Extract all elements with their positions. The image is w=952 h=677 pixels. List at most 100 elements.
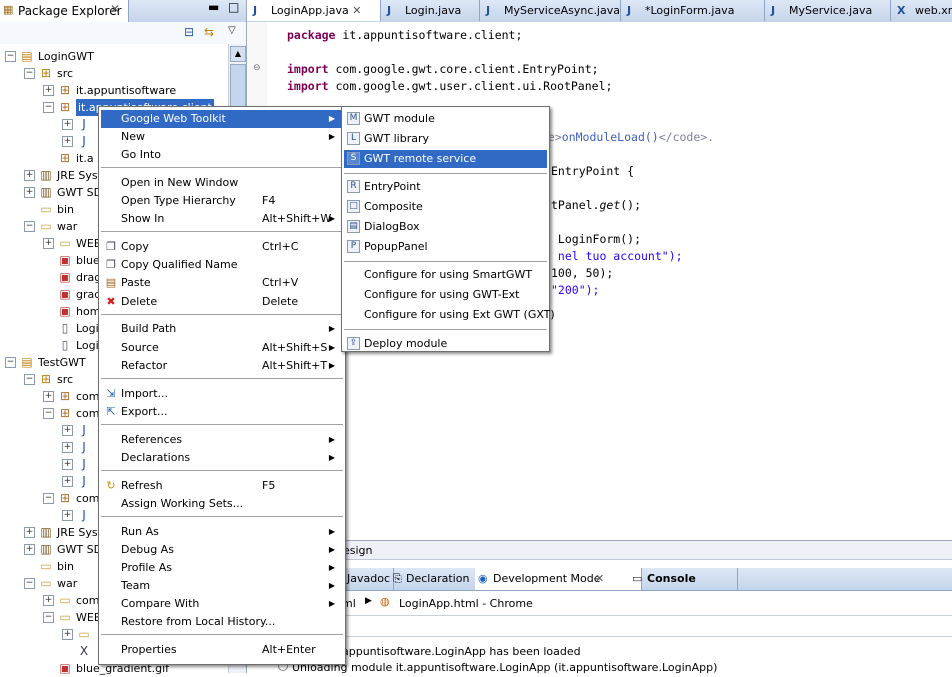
expand-icon[interactable]: + — [43, 595, 54, 606]
menu-item-compare-with[interactable]: Compare With ▶ — [101, 595, 343, 613]
menu-item-dialogbox[interactable]: ▤ DialogBox — [344, 218, 547, 236]
paste-icon: ▤ — [105, 276, 117, 290]
menu-item-source[interactable]: Source Alt+Shift+S ▶ — [101, 339, 343, 357]
file-icon: ▯ — [61, 321, 69, 335]
expand-icon[interactable]: + — [62, 629, 73, 640]
expand-icon[interactable]: + — [43, 391, 54, 402]
expand-icon[interactable]: + — [24, 187, 35, 198]
menu-separator — [101, 313, 343, 315]
collapse-icon[interactable]: − — [24, 68, 35, 79]
tree-item[interactable]: − ⊞ src — [0, 65, 228, 82]
breadcrumb-part[interactable]: LoginApp.html - Chrome — [399, 597, 533, 610]
menu-item-properties[interactable]: Properties Alt+Enter — [101, 641, 343, 659]
editor-tab[interactable]: J LoginApp.java ✕ — [247, 0, 381, 21]
editor-tab[interactable]: J MyServiceAsync.java — [480, 0, 621, 21]
collapse-icon[interactable]: − — [5, 51, 16, 62]
expand-icon[interactable]: + — [62, 425, 73, 436]
menu-item-copy-qualified-name[interactable]: ❐ Copy Qualified Name — [101, 256, 343, 274]
menu-item-composite[interactable]: □ Composite — [344, 198, 547, 216]
menu-item-open-in-new-window[interactable]: Open in New Window — [101, 174, 343, 192]
collapse-icon[interactable]: − — [24, 374, 35, 385]
project-icon: ▤ — [21, 355, 33, 369]
collapse-icon[interactable]: − — [5, 357, 16, 368]
expand-icon[interactable]: + — [62, 510, 73, 521]
maximize-icon[interactable]: □ — [228, 0, 239, 14]
menu-item-new[interactable]: New ▶ — [101, 128, 343, 146]
menu-item-configure-for-using-ext-gwt-gxt[interactable]: Configure for using Ext GWT (GXT) — [344, 306, 555, 324]
menu-item-profile-as[interactable]: Profile As ▶ — [101, 559, 343, 577]
menu-item-team[interactable]: Team ▶ — [101, 577, 343, 595]
collapse-icon[interactable]: − — [43, 612, 54, 623]
tree-item[interactable]: − ▤ LoginGWT — [0, 48, 228, 65]
menu-item-show-in[interactable]: Show In Alt+Shift+W ▶ — [101, 210, 343, 228]
menu-item-refresh[interactable]: ↻ Refresh F5 — [101, 477, 343, 495]
menu-item-configure-for-using-gwt-ext[interactable]: Configure for using GWT-Ext — [344, 286, 547, 304]
menu-item-debug-as[interactable]: Debug As ▶ — [101, 541, 343, 559]
collapse-icon[interactable]: − — [43, 408, 54, 419]
collapse-icon[interactable]: − — [24, 221, 35, 232]
menu-item-shortcut: Ctrl+V — [262, 276, 299, 290]
menu-item-declarations[interactable]: Declarations ▶ — [101, 449, 343, 467]
expand-icon[interactable]: + — [24, 170, 35, 181]
menu-item-gwt-library[interactable]: L GWT library — [344, 130, 547, 148]
expand-icon[interactable]: + — [62, 459, 73, 470]
menu-item-references[interactable]: References ▶ — [101, 431, 343, 449]
collapse-icon[interactable]: − — [24, 578, 35, 589]
expand-icon[interactable]: + — [43, 238, 54, 249]
menu-item-refactor[interactable]: Refactor Alt+Shift+T ▶ — [101, 357, 343, 375]
tab-declaration[interactable]: ⎘ Declaration — [390, 568, 487, 590]
menu-item-assign-working-sets[interactable]: Assign Working Sets... — [101, 495, 343, 513]
design-tab[interactable]: esign — [343, 544, 373, 557]
menu-item-restore-from-local-history[interactable]: Restore from Local History... — [101, 613, 343, 631]
menu-item-configure-for-using-smartgwt[interactable]: Configure for using SmartGWT — [344, 266, 547, 284]
menu-item-gwt-remote-service[interactable]: S GWT remote service — [344, 149, 547, 168]
link-with-editor-icon[interactable]: ⇆ — [204, 25, 214, 39]
menu-item-go-into[interactable]: Go Into — [101, 146, 343, 164]
expand-icon[interactable]: + — [62, 442, 73, 453]
collapse-all-icon[interactable]: ⊟ — [184, 25, 194, 39]
package-explorer-tab[interactable]: ▦ Package Explorer ✕ — [0, 0, 129, 22]
expand-icon[interactable]: + — [43, 85, 54, 96]
tab-console[interactable]: ▭ Console — [629, 568, 738, 590]
view-menu-icon[interactable]: ▽ — [228, 25, 236, 36]
tab-javadoc[interactable]: Javadoc — [343, 568, 394, 590]
close-icon[interactable]: ✕ — [595, 568, 604, 590]
scroll-up-icon[interactable]: ▲ — [230, 46, 246, 62]
tree-item-label: com — [76, 594, 100, 607]
editor-tab[interactable]: Xweb.xml — [891, 0, 952, 21]
menu-item-export[interactable]: ⇱ Export... — [101, 403, 343, 421]
editor-tab[interactable]: J *LoginForm.java — [621, 0, 765, 21]
menu-item-run-as[interactable]: Run As ▶ — [101, 523, 343, 541]
editor-tab[interactable]: J Login.java — [381, 0, 480, 21]
menu-item-import[interactable]: ⇲ Import... — [101, 385, 343, 403]
expand-icon[interactable]: + — [62, 476, 73, 487]
editor-tab[interactable]: J MyService.java — [765, 0, 891, 21]
expand-icon[interactable]: + — [62, 136, 73, 147]
menu-item-entrypoint[interactable]: R EntryPoint — [344, 178, 547, 196]
menu-item-gwt-module[interactable]: M GWT module — [344, 110, 547, 128]
menu-item-deploy-module[interactable]: ⇪ Deploy module — [344, 335, 547, 353]
expand-icon[interactable]: + — [24, 544, 35, 555]
minimize-icon[interactable]: ▬ — [208, 0, 219, 14]
collapse-icon[interactable]: − — [43, 493, 54, 504]
menu-item-paste[interactable]: ▤ Paste Ctrl+V — [101, 274, 343, 292]
fold-icon[interactable]: ⊖ — [253, 63, 261, 73]
menu-item-label: References — [121, 432, 183, 446]
close-icon[interactable]: ✕ — [349, 4, 361, 17]
tab-label: Console — [647, 572, 696, 585]
log-entry[interactable]: appuntisoftware.LoginApp has been loaded — [342, 645, 581, 658]
close-icon[interactable]: ✕ — [110, 2, 120, 16]
menu-item-google-web-toolkit[interactable]: Google Web Toolkit ▶ — [101, 110, 343, 128]
expand-icon[interactable]: + — [62, 119, 73, 130]
expand-icon[interactable]: + — [24, 527, 35, 538]
menu-item-popuppanel[interactable]: P PopupPanel — [344, 238, 547, 256]
tree-item-label: war — [57, 577, 78, 590]
tree-item[interactable]: + ⊞ it.appuntisoftware — [0, 82, 228, 99]
menu-item-copy[interactable]: ❐ Copy Ctrl+C — [101, 238, 343, 256]
collapse-icon[interactable]: − — [43, 102, 54, 113]
menu-item-label: Delete — [121, 294, 158, 308]
menu-item-build-path[interactable]: Build Path ▶ — [101, 320, 343, 338]
tab-development-mode[interactable]: ◉ Development Mode ✕ — [475, 568, 642, 590]
menu-item-delete[interactable]: ✖ Delete Delete — [101, 293, 343, 311]
menu-item-open-type-hierarchy[interactable]: Open Type Hierarchy F4 — [101, 192, 343, 210]
